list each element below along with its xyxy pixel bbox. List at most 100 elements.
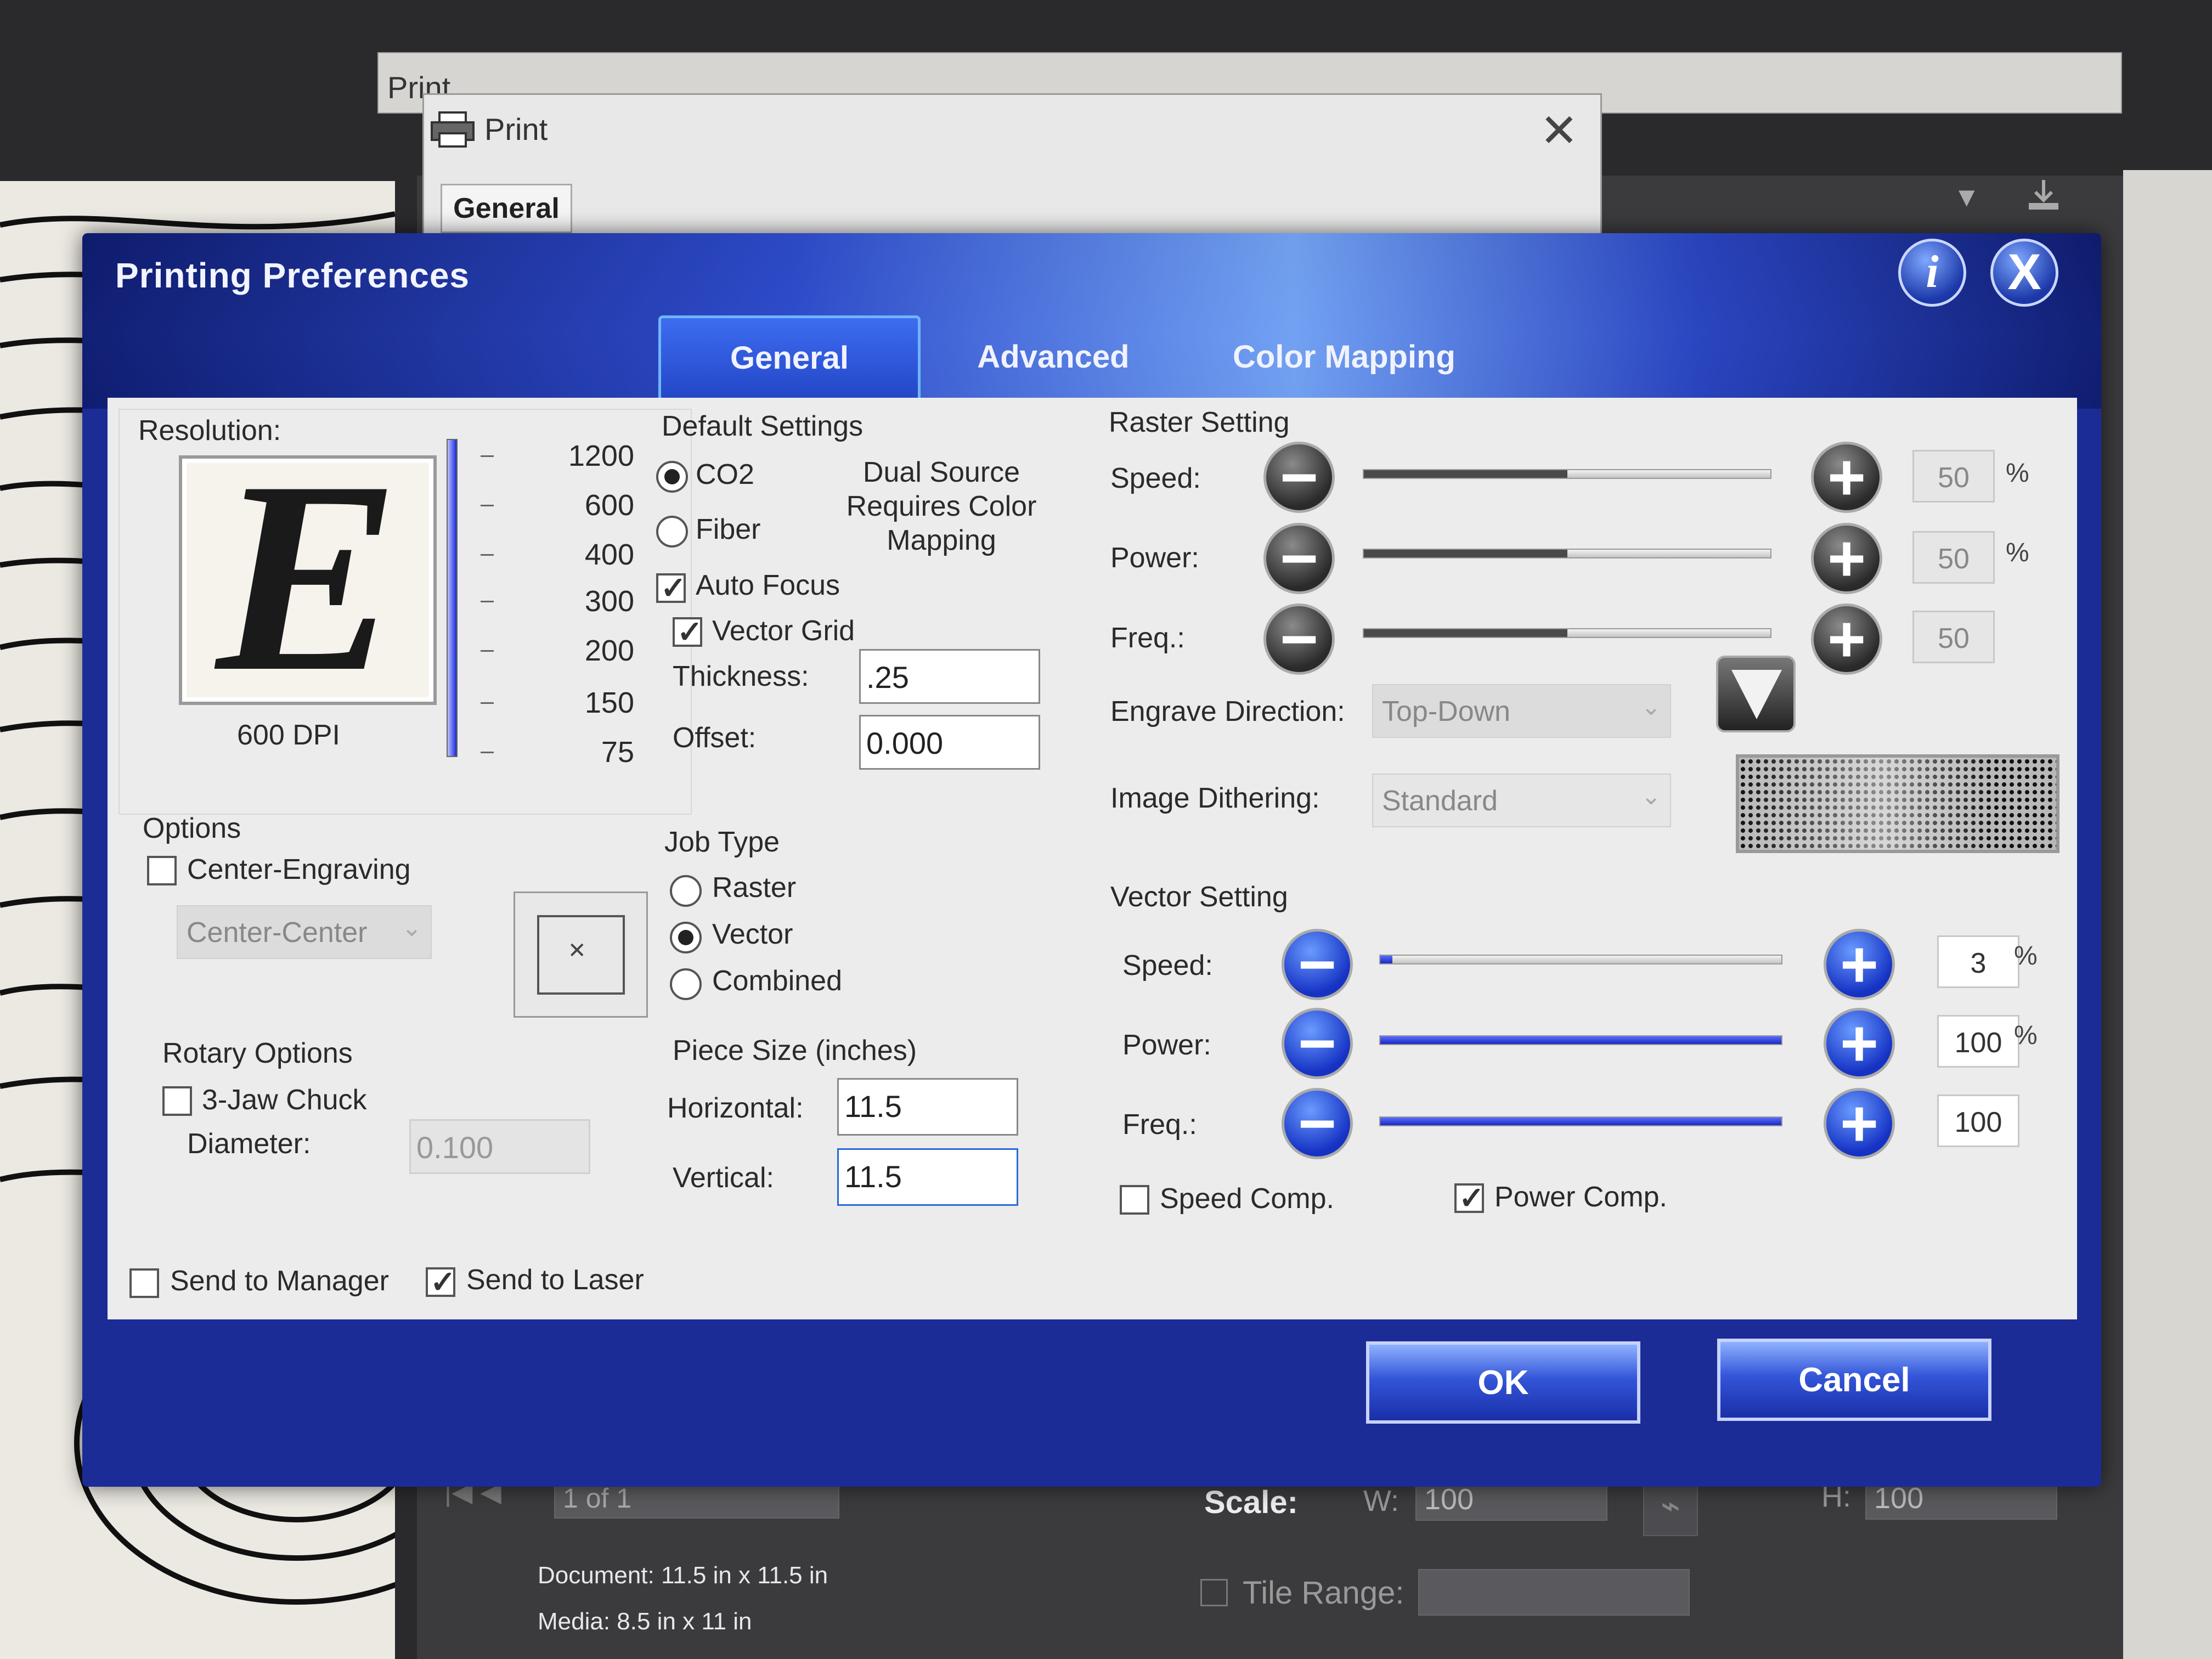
resolution-tick[interactable]: 1200 <box>557 439 634 473</box>
document-info: Document: 11.5 in x 11.5 in Media: 8.5 i… <box>538 1553 828 1645</box>
horizontal-label: Horizontal: <box>667 1092 804 1124</box>
vector-grid-checkbox[interactable] <box>673 614 703 650</box>
vector-grid-label: Vector Grid <box>712 615 855 647</box>
tick-mark <box>481 752 494 753</box>
resolution-slider[interactable] <box>447 439 458 757</box>
close-icon[interactable]: ✕ <box>1540 104 1578 157</box>
vector-freq-value[interactable]: 100 <box>1937 1094 2019 1147</box>
offset-field[interactable]: 0.000 <box>859 715 1040 770</box>
jaw-chuck-checkbox[interactable] <box>162 1086 192 1116</box>
vector-setting-label: Vector Setting <box>1110 881 1288 913</box>
resolution-tick[interactable]: 400 <box>557 538 634 572</box>
tick-mark <box>481 455 494 457</box>
co2-radio[interactable] <box>656 461 688 493</box>
chevron-down-icon: ⌄ <box>1641 783 1661 810</box>
vector-freq-plus-button[interactable]: + <box>1824 1088 1895 1159</box>
speed-comp-checkbox[interactable] <box>1120 1185 1149 1215</box>
percent-unit: % <box>2006 459 2029 488</box>
vector-freq-minus-button[interactable]: − <box>1282 1088 1353 1159</box>
vector-freq-slider[interactable] <box>1379 1116 1782 1126</box>
raster-speed-value[interactable]: 50 <box>1912 450 1995 503</box>
power-comp-checkbox[interactable] <box>1454 1180 1485 1216</box>
offset-label: Offset: <box>673 722 757 754</box>
printer-icon <box>431 111 475 148</box>
raster-speed-slider[interactable] <box>1363 469 1771 479</box>
tab-advanced[interactable]: Advanced <box>971 315 1136 398</box>
tile-range-field[interactable] <box>1418 1569 1690 1616</box>
slider-fill <box>1364 470 1567 478</box>
tile-range-checkbox[interactable] <box>1200 1579 1228 1606</box>
power-comp-label: Power Comp. <box>1494 1181 1667 1213</box>
raster-freq-slider[interactable] <box>1363 628 1771 638</box>
fiber-radio[interactable] <box>656 516 688 548</box>
vertical-label: Vertical: <box>673 1162 774 1194</box>
horizontal-field[interactable]: 11.5 <box>837 1078 1018 1136</box>
print-tab-general[interactable]: General <box>441 184 572 233</box>
resolution-tick[interactable]: 600 <box>557 488 634 522</box>
default-settings-label: Default Settings <box>662 410 864 442</box>
diameter-field[interactable]: 0.100 <box>409 1119 590 1174</box>
thickness-label: Thickness: <box>673 661 809 692</box>
tab-general[interactable]: General <box>658 315 921 398</box>
raster-freq-value[interactable]: 50 <box>1912 611 1995 663</box>
slider-fill <box>1364 629 1567 637</box>
resolution-tick[interactable]: 150 <box>557 686 634 720</box>
raster-power-minus-button[interactable]: − <box>1263 523 1335 594</box>
vector-power-label: Power: <box>1122 1029 1211 1061</box>
info-icon[interactable]: i <box>1898 239 1966 307</box>
chevron-down-icon: ⌄ <box>1641 693 1661 720</box>
resolution-tick[interactable]: 300 <box>557 584 634 618</box>
send-to-laser-checkbox[interactable] <box>426 1264 456 1300</box>
raster-speed-minus-button[interactable]: − <box>1263 442 1335 513</box>
raster-speed-plus-button[interactable]: + <box>1811 442 1882 513</box>
raster-speed-label: Speed: <box>1110 462 1201 494</box>
vector-power-slider[interactable] <box>1379 1035 1782 1045</box>
raster-power-value[interactable]: 50 <box>1912 531 1995 584</box>
vector-speed-slider[interactable] <box>1379 955 1782 964</box>
engrave-direction-arrow-button[interactable] <box>1716 656 1796 732</box>
vector-speed-value[interactable]: 3 <box>1937 935 2019 988</box>
center-mode-select[interactable]: Center-Center ⌄ <box>177 905 432 959</box>
cancel-button[interactable]: Cancel <box>1717 1339 1991 1421</box>
chevron-down-icon[interactable]: ▼ <box>1953 181 1980 213</box>
raster-radio[interactable] <box>670 875 702 907</box>
resolution-tick[interactable]: 200 <box>557 634 634 668</box>
auto-focus-checkbox[interactable] <box>656 570 686 606</box>
resolution-tick[interactable]: 75 <box>557 735 634 769</box>
print-dialog: Print ✕ General <box>422 93 1602 241</box>
tick-mark <box>481 554 494 556</box>
vector-speed-label: Speed: <box>1122 950 1213 981</box>
download-icon[interactable] <box>2024 176 2063 214</box>
thickness-field[interactable]: .25 <box>859 649 1040 704</box>
close-icon[interactable]: X <box>1990 239 2058 307</box>
ok-button[interactable]: OK <box>1366 1341 1640 1424</box>
send-to-manager-checkbox[interactable] <box>129 1268 159 1298</box>
tab-color-mapping[interactable]: Color Mapping <box>1223 315 1465 398</box>
send-to-laser-label: Send to Laser <box>466 1264 644 1296</box>
percent-unit: % <box>2006 538 2029 567</box>
dithering-preview <box>1736 754 2059 853</box>
slider-fill <box>1380 1036 1781 1044</box>
fiber-label: Fiber <box>696 514 761 545</box>
vertical-field[interactable]: 11.5 <box>837 1148 1018 1206</box>
vector-radio[interactable] <box>670 922 702 953</box>
vector-speed-plus-button[interactable]: + <box>1824 929 1895 1000</box>
vector-power-minus-button[interactable]: − <box>1282 1008 1353 1079</box>
resolution-logo: E <box>179 439 437 714</box>
vector-speed-minus-button[interactable]: − <box>1282 929 1353 1000</box>
tick-mark <box>481 702 494 704</box>
vector-power-plus-button[interactable]: + <box>1824 1008 1895 1079</box>
vector-power-value[interactable]: 100 <box>1937 1015 2019 1068</box>
raster-freq-minus-button[interactable]: − <box>1263 603 1335 675</box>
print-dialog-title: Print <box>484 112 548 146</box>
auto-focus-label: Auto Focus <box>696 569 840 601</box>
raster-power-plus-button[interactable]: + <box>1811 523 1882 594</box>
raster-freq-plus-button[interactable]: + <box>1811 603 1882 675</box>
send-to-manager-label: Send to Manager <box>170 1265 389 1297</box>
raster-power-slider[interactable] <box>1363 549 1771 558</box>
engrave-direction-select[interactable]: Top-Down ⌄ <box>1372 684 1671 738</box>
raster-setting-label: Raster Setting <box>1109 407 1290 438</box>
image-dithering-select[interactable]: Standard ⌄ <box>1372 774 1671 827</box>
center-engraving-checkbox[interactable] <box>147 856 177 885</box>
combined-radio[interactable] <box>670 968 702 1000</box>
